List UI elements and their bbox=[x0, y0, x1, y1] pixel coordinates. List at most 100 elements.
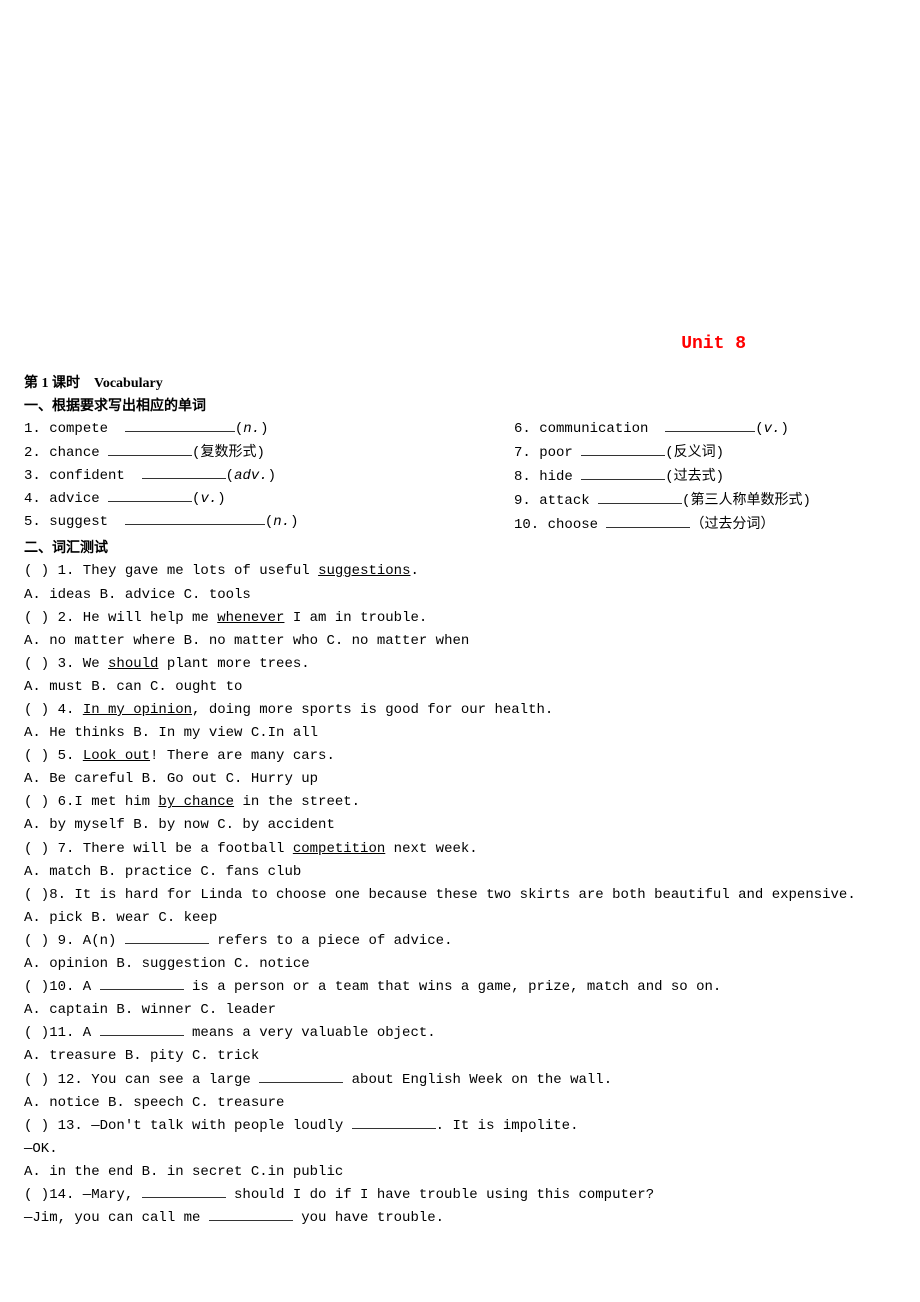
question-options: A. by myself B. by now C. by accident bbox=[24, 814, 896, 837]
section2-title: 二、词汇测试 bbox=[24, 537, 896, 560]
fill-blank[interactable] bbox=[606, 514, 690, 528]
question-stem: ( )14. —Mary, should I do if I have trou… bbox=[24, 1184, 896, 1207]
item-num: 6. bbox=[514, 421, 531, 437]
fill-blank[interactable] bbox=[100, 976, 184, 990]
fill-blank[interactable] bbox=[125, 511, 265, 525]
question-stem: ( ) 6.I met him by chance in the street. bbox=[24, 791, 896, 814]
stem-text: I am in trouble. bbox=[284, 610, 427, 626]
item-hint: 过去分词 bbox=[704, 517, 760, 532]
paren: ) bbox=[716, 469, 724, 485]
stem-text: ( ) 6.I met him bbox=[24, 794, 158, 810]
underlined-word: competition bbox=[293, 841, 385, 857]
underlined-word: whenever bbox=[217, 610, 284, 626]
fill-blank[interactable] bbox=[125, 418, 235, 432]
stem-text: ( ) 7. There will be a football bbox=[24, 841, 293, 857]
item-num: 4. bbox=[24, 491, 41, 507]
item-num: 5. bbox=[24, 514, 41, 530]
question-stem: ( ) 1. They gave me lots of useful sugge… bbox=[24, 560, 896, 583]
item-word: advice bbox=[49, 491, 99, 507]
question-options: A. opinion B. suggestion C. notice bbox=[24, 953, 896, 976]
item-word: communication bbox=[539, 421, 648, 437]
paren: ( bbox=[226, 468, 234, 484]
stem-text: ( ) 2. He will help me bbox=[24, 610, 217, 626]
fill-blank[interactable] bbox=[598, 490, 682, 504]
item-num: 3. bbox=[24, 468, 41, 484]
question-options: A. He thinks B. In my view C.In all bbox=[24, 722, 896, 745]
question-extra: —Jim, you can call me you have trouble. bbox=[24, 1207, 896, 1230]
stem-text: means a very valuable object. bbox=[184, 1025, 436, 1041]
question-options: A. pick B. wear C. keep bbox=[24, 907, 896, 930]
vocab-item: 6. communication (v.) bbox=[514, 418, 896, 441]
item-num: 1. bbox=[24, 421, 41, 437]
item-word: chance bbox=[49, 445, 99, 461]
question-options: A. in the end B. in secret C.in public bbox=[24, 1161, 896, 1184]
fill-blank[interactable] bbox=[125, 930, 209, 944]
underlined-word: should bbox=[108, 656, 158, 672]
fill-blank[interactable] bbox=[108, 488, 192, 502]
stem-text: ( ) 13. —Don't talk with people loudly bbox=[24, 1118, 352, 1134]
stem-text: you have trouble. bbox=[293, 1210, 444, 1226]
paren: ( bbox=[755, 421, 763, 437]
fill-blank[interactable] bbox=[108, 442, 192, 456]
underlined-word: In my opinion bbox=[83, 702, 192, 718]
item-word: suggest bbox=[49, 514, 108, 530]
section1-title: 一、根据要求写出相应的单词 bbox=[24, 395, 896, 418]
stem-text: . It is impolite. bbox=[436, 1118, 579, 1134]
question-stem: ( ) 3. We should plant more trees. bbox=[24, 653, 896, 676]
question-stem: ( ) 13. —Don't talk with people loudly .… bbox=[24, 1115, 896, 1138]
fill-blank[interactable] bbox=[100, 1022, 184, 1036]
vocab-item: 10. choose （过去分词） bbox=[514, 513, 896, 537]
section1-columns: 1. compete (n.) 2. chance (复数形式) 3. conf… bbox=[24, 418, 896, 537]
stem-text: —Jim, you can call me bbox=[24, 1210, 209, 1226]
fill-blank[interactable] bbox=[665, 418, 755, 432]
item-hint: 复数形式 bbox=[200, 445, 256, 460]
vocab-item: 3. confident (adv.) bbox=[24, 465, 514, 488]
vocab-item: 2. chance (复数形式) bbox=[24, 441, 514, 465]
section1-right-col: 6. communication (v.) 7. poor (反义词) 8. h… bbox=[514, 418, 896, 537]
fill-blank[interactable] bbox=[581, 466, 665, 480]
stem-text: should I do if I have trouble using this… bbox=[226, 1187, 654, 1203]
item-hint: n. bbox=[243, 421, 260, 437]
question-stem: ( ) 7. There will be a football competit… bbox=[24, 838, 896, 861]
question-stem: ( ) 2. He will help me whenever I am in … bbox=[24, 607, 896, 630]
question-stem: ( ) 12. You can see a large about Englis… bbox=[24, 1069, 896, 1092]
fill-blank[interactable] bbox=[142, 465, 226, 479]
paren: ) bbox=[780, 421, 788, 437]
stem-text: ( ) 1. They gave me lots of useful bbox=[24, 563, 318, 579]
paren: ) bbox=[256, 445, 264, 461]
underlined-word: by chance bbox=[158, 794, 234, 810]
question-options: A. must B. can C. ought to bbox=[24, 676, 896, 699]
item-word: poor bbox=[539, 445, 581, 461]
item-word: confident bbox=[49, 468, 125, 484]
lesson-title: 第 1 课时 Vocabulary bbox=[24, 372, 896, 395]
stem-text: about English Week on the wall. bbox=[343, 1072, 612, 1088]
fill-blank[interactable] bbox=[142, 1184, 226, 1198]
fill-blank[interactable] bbox=[209, 1207, 293, 1221]
question-options: A. treasure B. pity C. trick bbox=[24, 1045, 896, 1068]
item-hint: n. bbox=[273, 514, 290, 530]
fill-blank[interactable] bbox=[581, 442, 665, 456]
stem-text: ( )8. It is hard for Linda to choose one… bbox=[24, 887, 856, 903]
item-num: 10. bbox=[514, 517, 539, 533]
question-options: A. notice B. speech C. treasure bbox=[24, 1092, 896, 1115]
fill-blank[interactable] bbox=[352, 1115, 436, 1129]
paren: ( bbox=[665, 445, 673, 461]
questions-container: ( ) 1. They gave me lots of useful sugge… bbox=[24, 560, 896, 1230]
stem-text: ( )14. —Mary, bbox=[24, 1187, 142, 1203]
vocab-item: 5. suggest (n.) bbox=[24, 511, 514, 534]
question-stem: ( )10. A is a person or a team that wins… bbox=[24, 976, 896, 999]
paren: ) bbox=[290, 514, 298, 530]
item-hint: v. bbox=[200, 491, 217, 507]
stem-text: next week. bbox=[385, 841, 477, 857]
item-hint: adv. bbox=[234, 468, 268, 484]
paren: ( bbox=[235, 421, 243, 437]
item-hint: v. bbox=[764, 421, 781, 437]
question-options: A. captain B. winner C. leader bbox=[24, 999, 896, 1022]
fill-blank[interactable] bbox=[259, 1069, 343, 1083]
vocab-item: 4. advice (v.) bbox=[24, 488, 514, 511]
item-hint: 过去式 bbox=[674, 469, 716, 484]
stem-text: ( ) 4. bbox=[24, 702, 83, 718]
question-options: A. no matter where B. no matter who C. n… bbox=[24, 630, 896, 653]
paren: ( bbox=[665, 469, 673, 485]
paren: ) bbox=[217, 491, 225, 507]
